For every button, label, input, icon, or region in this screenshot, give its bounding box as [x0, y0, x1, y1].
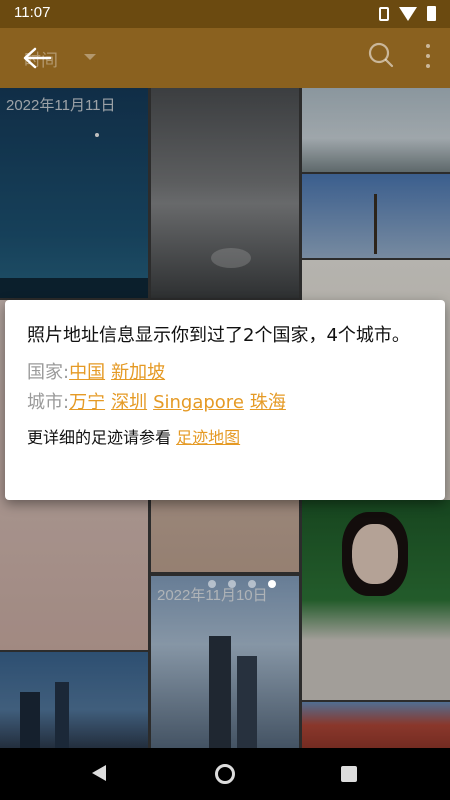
city-link[interactable]: 万宁	[69, 392, 105, 413]
app-toolbar: 时间	[0, 28, 450, 88]
cities-row: 城市:万宁 深圳 Singapore 珠海	[27, 390, 423, 416]
page-dot	[248, 580, 256, 588]
page-dot	[228, 580, 236, 588]
status-icons	[379, 6, 436, 21]
more-options-icon[interactable]	[424, 44, 432, 68]
footprint-map-link[interactable]: 足迹地图	[176, 428, 240, 447]
nav-recents-icon[interactable]	[341, 766, 357, 782]
country-link[interactable]: 新加坡	[111, 362, 165, 383]
page-indicator	[208, 580, 276, 588]
countries-label: 国家:	[27, 362, 70, 383]
footer-text: 更详细的足迹请参看	[27, 428, 172, 447]
country-link[interactable]: 中国	[69, 362, 105, 383]
status-bar: 11:07	[0, 0, 450, 28]
nav-home-icon[interactable]	[215, 764, 235, 784]
system-navigation-bar	[0, 748, 450, 800]
nav-back-icon[interactable]	[92, 765, 106, 781]
back-arrow-icon[interactable]	[22, 46, 52, 70]
cities-label: 城市:	[27, 392, 70, 413]
city-link[interactable]: 珠海	[250, 392, 286, 413]
vibrate-icon	[379, 6, 389, 21]
page-dot	[208, 580, 216, 588]
dialog-message: 照片地址信息显示你到过了2个国家，4个城市。	[27, 325, 410, 346]
search-icon[interactable]	[368, 42, 394, 68]
status-time: 11:07	[14, 4, 51, 21]
battery-icon	[427, 6, 436, 21]
city-link[interactable]: 深圳	[111, 392, 147, 413]
wifi-icon	[399, 6, 417, 21]
page-dot-active	[268, 580, 276, 588]
chevron-down-icon[interactable]	[84, 54, 96, 60]
city-link[interactable]: Singapore	[153, 392, 244, 413]
footprint-info-dialog: 照片地址信息显示你到过了2个国家，4个城市。 国家:中国 新加坡 城市:万宁 深圳 S…	[5, 300, 445, 500]
dialog-footer: 更详细的足迹请参看 足迹地图	[27, 424, 423, 448]
countries-row: 国家:中国 新加坡	[27, 360, 423, 386]
